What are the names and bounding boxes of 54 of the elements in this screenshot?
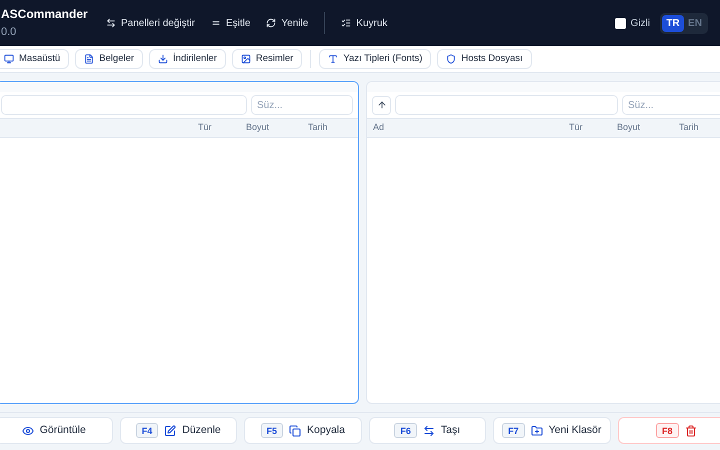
document-icon xyxy=(84,54,94,64)
function-button[interactable]: F7 Yeni Klasör xyxy=(493,417,610,444)
trash-icon xyxy=(684,424,696,436)
filter-field[interactable]: Süz... xyxy=(251,95,353,115)
function-button[interactable]: Görüntüle xyxy=(0,417,112,444)
toolbar-button[interactable]: Yenile xyxy=(266,16,308,30)
place-button[interactable]: Belgeler xyxy=(75,49,144,69)
edit-icon xyxy=(164,424,176,436)
key-badge: F8 xyxy=(656,423,678,438)
swap-arrows-icon xyxy=(422,424,435,436)
app-version: 0.0 xyxy=(1,25,16,40)
function-button[interactable]: F4 Düzenle xyxy=(120,417,237,444)
column-header: Ad xyxy=(373,122,384,132)
function-button[interactable]: F6 Taşı xyxy=(368,417,486,444)
folder-plus-icon xyxy=(530,424,543,436)
column-header: Boyut xyxy=(246,121,270,134)
path-field[interactable] xyxy=(395,95,618,115)
arrow-up-icon xyxy=(376,100,386,110)
checkbox[interactable] xyxy=(614,18,626,28)
key-badge: F5 xyxy=(260,423,284,438)
place-button[interactable]: Yazı Tipleri (Fonts) xyxy=(319,49,432,69)
toolbar-button[interactable]: Eşitle xyxy=(210,16,250,30)
place-button[interactable]: Hosts Dosyası xyxy=(437,49,532,69)
filter-field[interactable]: Süz... xyxy=(622,95,720,115)
column-header: Tür xyxy=(198,121,212,134)
up-button[interactable] xyxy=(372,96,391,114)
key-badge: F6 xyxy=(394,423,417,438)
image-icon xyxy=(240,54,251,64)
swap-arrows-icon xyxy=(106,18,116,28)
download-icon xyxy=(158,54,168,64)
toolbar-button[interactable]: Panelleri değiştir xyxy=(106,16,195,30)
place-button[interactable]: Resimler xyxy=(232,49,302,69)
checkbox-label: Gizli xyxy=(630,16,650,30)
column-header: Boyut xyxy=(617,121,642,134)
column-header: Tür xyxy=(569,121,584,134)
language-option[interactable]: TR xyxy=(662,14,684,32)
app-title: ASCommander xyxy=(1,6,88,22)
font-icon xyxy=(328,54,338,64)
place-button[interactable]: İndirilenler xyxy=(149,49,226,69)
column-header: Tarih xyxy=(679,121,700,134)
path-field[interactable] xyxy=(1,95,247,115)
place-button[interactable]: Masaüstü xyxy=(0,49,70,69)
eye-icon xyxy=(22,424,34,436)
key-badge: F4 xyxy=(136,423,158,438)
copy-icon xyxy=(289,424,302,436)
refresh-icon xyxy=(266,18,276,28)
key-badge: F7 xyxy=(502,423,525,438)
checklist-icon xyxy=(341,18,352,28)
shield-icon xyxy=(446,54,456,64)
toolbar-button[interactable]: Kuyruk xyxy=(341,16,388,30)
function-button[interactable]: F5 Kopyala xyxy=(244,417,362,444)
monitor-icon xyxy=(4,54,14,64)
function-button[interactable]: F8 xyxy=(618,417,720,444)
column-header: Tarih xyxy=(308,121,329,134)
